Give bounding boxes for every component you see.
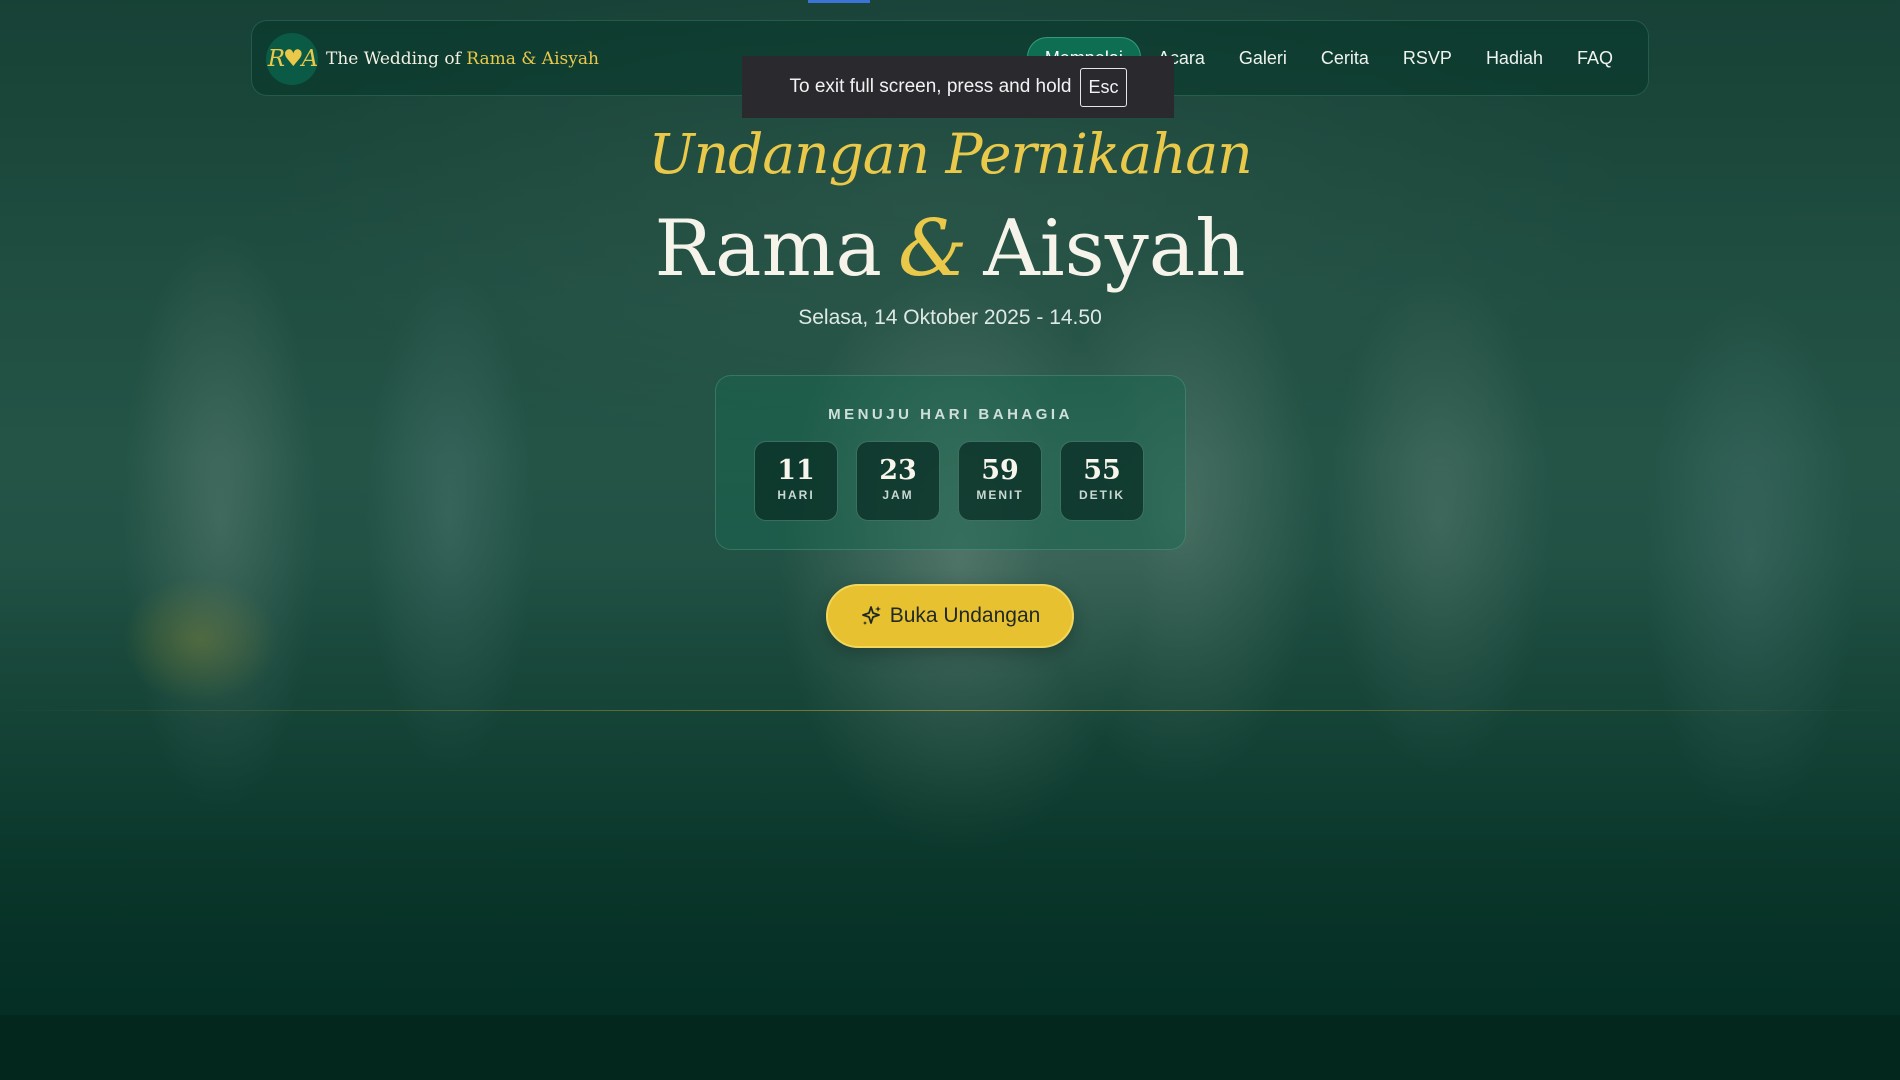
countdown-days-value: 11 bbox=[777, 455, 815, 486]
countdown-minutes-value: 59 bbox=[981, 455, 1019, 486]
nav-item-cerita[interactable]: Cerita bbox=[1304, 38, 1386, 79]
countdown-hours: 23 JAM bbox=[856, 441, 940, 521]
countdown-boxes: 11 HARI 23 JAM 59 MENIT 55 DETIK bbox=[754, 441, 1144, 521]
fullscreen-toast-text: To exit full screen, press and hold bbox=[789, 76, 1072, 97]
open-invitation-button[interactable]: Buka Undangan bbox=[826, 584, 1074, 648]
couple-names: Rama & Aisyah bbox=[0, 204, 1900, 294]
countdown-days: 11 HARI bbox=[754, 441, 838, 521]
countdown-title: MENUJU HARI BAHAGIA bbox=[828, 406, 1073, 423]
nav-item-rsvp[interactable]: RSVP bbox=[1386, 38, 1469, 79]
open-invitation-label: Buka Undangan bbox=[889, 604, 1041, 627]
bride-name: Aisyah bbox=[983, 204, 1246, 294]
brand-prefix: The Wedding of bbox=[326, 49, 461, 69]
sparkles-icon bbox=[861, 606, 881, 625]
wedding-date: Selasa, 14 Oktober 2025 - 14.50 bbox=[798, 306, 1102, 329]
countdown-card: MENUJU HARI BAHAGIA 11 HARI 23 JAM 59 ME… bbox=[715, 375, 1186, 550]
next-section-band bbox=[0, 1015, 1900, 1080]
names-ampersand: & bbox=[897, 204, 968, 294]
page: R♥A The Wedding of Rama & Aisyah Mempela… bbox=[0, 0, 1900, 1080]
brand-monogram: R♥A bbox=[266, 33, 318, 85]
brand-couple: Rama & Aisyah bbox=[466, 49, 599, 69]
browser-indicator bbox=[808, 0, 870, 3]
countdown-hours-value: 23 bbox=[879, 455, 917, 486]
hero-subtitle: Undangan Pernikahan bbox=[648, 122, 1252, 186]
groom-name: Rama bbox=[654, 204, 882, 294]
countdown-hours-label: JAM bbox=[882, 488, 914, 502]
countdown-days-label: HARI bbox=[777, 488, 815, 502]
nav-item-faq[interactable]: FAQ bbox=[1560, 38, 1630, 79]
countdown-minutes: 59 MENIT bbox=[958, 441, 1042, 521]
brand[interactable]: R♥A The Wedding of Rama & Aisyah bbox=[266, 33, 599, 85]
brand-title: The Wedding of Rama & Aisyah bbox=[326, 49, 599, 69]
hero-divider bbox=[0, 710, 1900, 711]
countdown-seconds: 55 DETIK bbox=[1060, 441, 1144, 521]
nav-item-hadiah[interactable]: Hadiah bbox=[1469, 38, 1560, 79]
countdown-minutes-label: MENIT bbox=[976, 488, 1024, 502]
esc-key-hint: Esc bbox=[1080, 67, 1127, 107]
fullscreen-exit-toast: To exit full screen, press and hold Esc bbox=[742, 56, 1174, 118]
nav-item-galeri[interactable]: Galeri bbox=[1222, 38, 1304, 79]
countdown-seconds-label: DETIK bbox=[1079, 488, 1125, 502]
countdown-seconds-value: 55 bbox=[1083, 455, 1121, 486]
